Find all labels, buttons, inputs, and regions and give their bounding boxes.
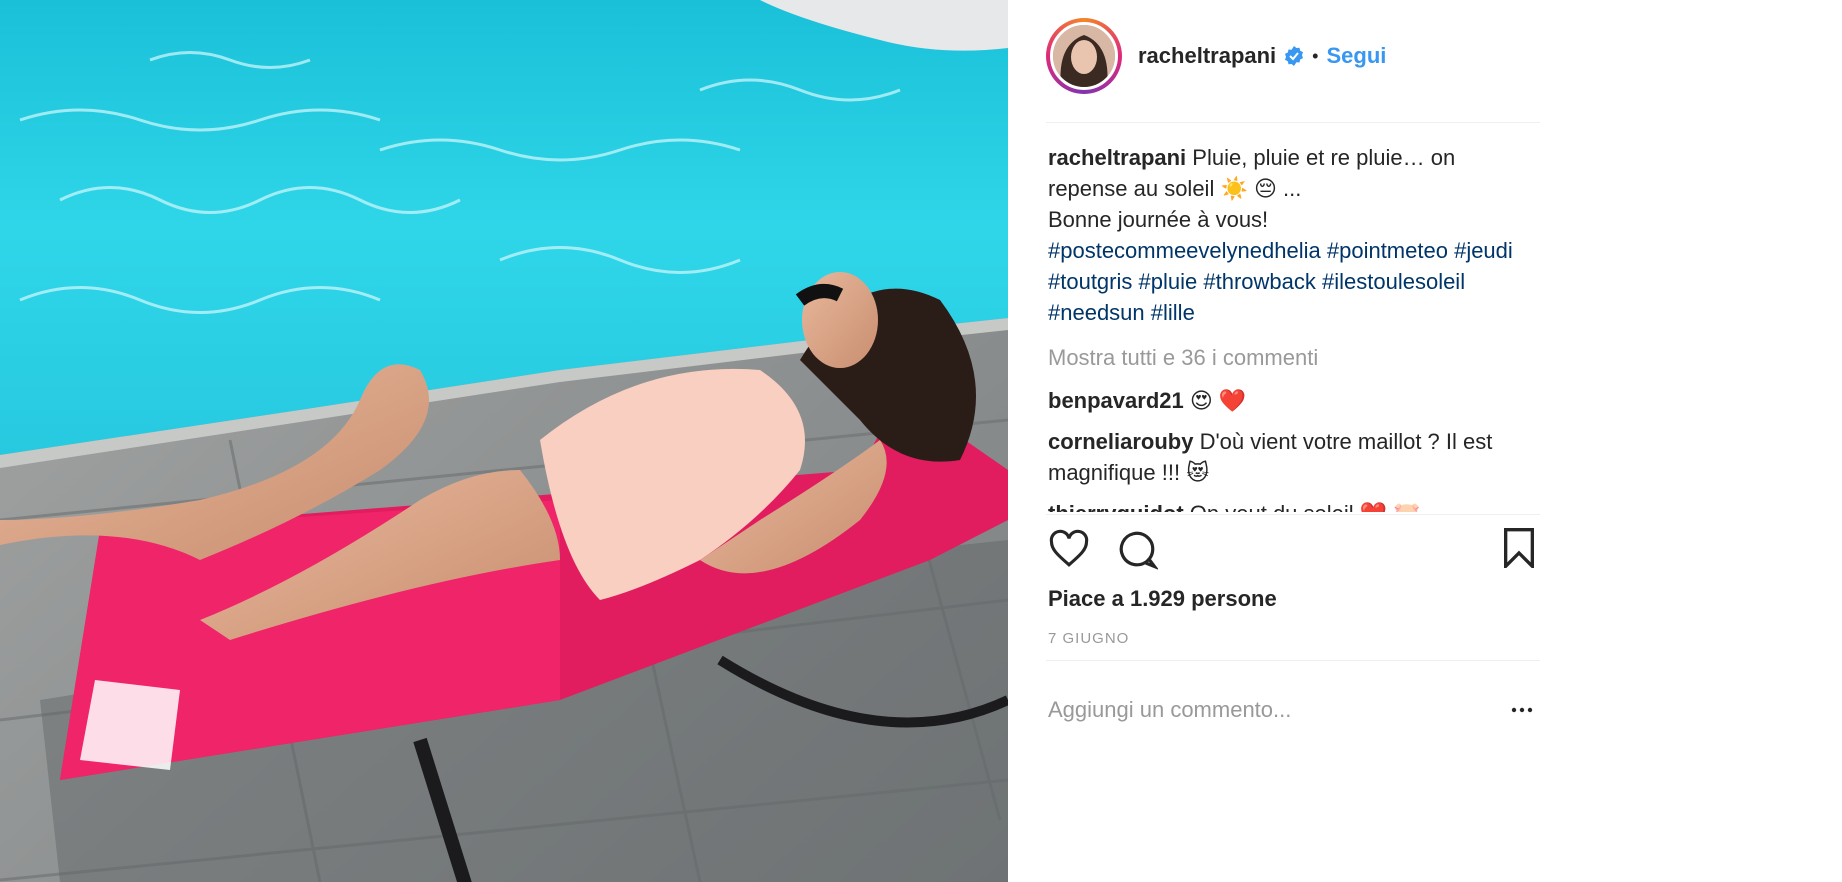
bookmark-icon[interactable] xyxy=(1502,528,1536,568)
comment-row: corneliarouby D'où vient votre maillot ?… xyxy=(1048,426,1528,488)
comments-divider xyxy=(1046,514,1540,515)
show-all-comments-link[interactable]: Mostra tutti e 36 i commenti xyxy=(1048,342,1528,373)
avatar-story-ring[interactable] xyxy=(1046,18,1122,94)
comment-username[interactable]: thierryguidot xyxy=(1048,501,1184,512)
footer-divider xyxy=(1046,660,1540,661)
hashtag-link[interactable]: #lille xyxy=(1151,300,1195,325)
verified-badge-icon xyxy=(1285,46,1304,66)
hashtag-link[interactable]: #needsun xyxy=(1048,300,1145,325)
comment-username[interactable]: benpavard21 xyxy=(1048,388,1184,413)
caption-text-ellipsis: ... xyxy=(1276,176,1302,201)
comment-text: On veut du soleil ❤️ 🐷 xyxy=(1184,501,1421,512)
post-date[interactable]: 7 giugno xyxy=(1048,630,1129,647)
caption-text-greeting: Bonne journée à vous! xyxy=(1048,207,1269,232)
comment-bubble-icon[interactable] xyxy=(1116,528,1158,570)
header-divider xyxy=(1046,122,1540,123)
caption-username[interactable]: racheltrapani xyxy=(1048,145,1186,170)
likes-count[interactable]: Piace a 1.929 persone xyxy=(1048,586,1277,612)
avatar[interactable] xyxy=(1050,22,1118,90)
comment-text: 😍 ❤️ xyxy=(1183,388,1247,413)
post-header: racheltrapani • Segui xyxy=(1046,16,1566,96)
hashtag-link[interactable]: #jeudi xyxy=(1454,238,1513,263)
post-photo[interactable] xyxy=(0,0,1008,882)
photo-image xyxy=(0,0,1008,882)
comment-row: benpavard21 😍 ❤️ xyxy=(1048,385,1528,416)
add-comment-input[interactable]: Aggiungi un commento... xyxy=(1048,697,1291,723)
comments-section: racheltrapani Pluie, pluie et re pluie… … xyxy=(1048,142,1528,512)
hashtag-link[interactable]: #pluie xyxy=(1139,269,1198,294)
pensive-emoji: 😔 xyxy=(1253,176,1277,201)
hashtag-link[interactable]: #pointmeteo xyxy=(1327,238,1448,263)
comment-username[interactable]: corneliarouby xyxy=(1048,429,1193,454)
action-bar xyxy=(1046,528,1546,572)
heart-icon[interactable] xyxy=(1048,528,1090,570)
header-username[interactable]: racheltrapani xyxy=(1138,43,1276,69)
header-separator: • xyxy=(1312,45,1319,66)
avatar-image xyxy=(1053,25,1115,87)
hashtag-link[interactable]: #toutgris xyxy=(1048,269,1132,294)
post-side-panel: racheltrapani • Segui racheltrapani Plui… xyxy=(1008,0,1842,882)
hashtag-link[interactable]: #throwback xyxy=(1203,269,1316,294)
comment-row: thierryguidot On veut du soleil ❤️ 🐷 xyxy=(1048,498,1528,512)
hashtag-link[interactable]: #ilestoulesoleil xyxy=(1322,269,1465,294)
hashtag-link[interactable]: #postecommeevelynedhelia xyxy=(1048,238,1321,263)
follow-button[interactable]: Segui xyxy=(1326,43,1386,69)
more-options-icon[interactable] xyxy=(1510,698,1534,722)
sun-emoji: ☀️ xyxy=(1220,176,1248,201)
caption: racheltrapani Pluie, pluie et re pluie… … xyxy=(1048,142,1528,328)
